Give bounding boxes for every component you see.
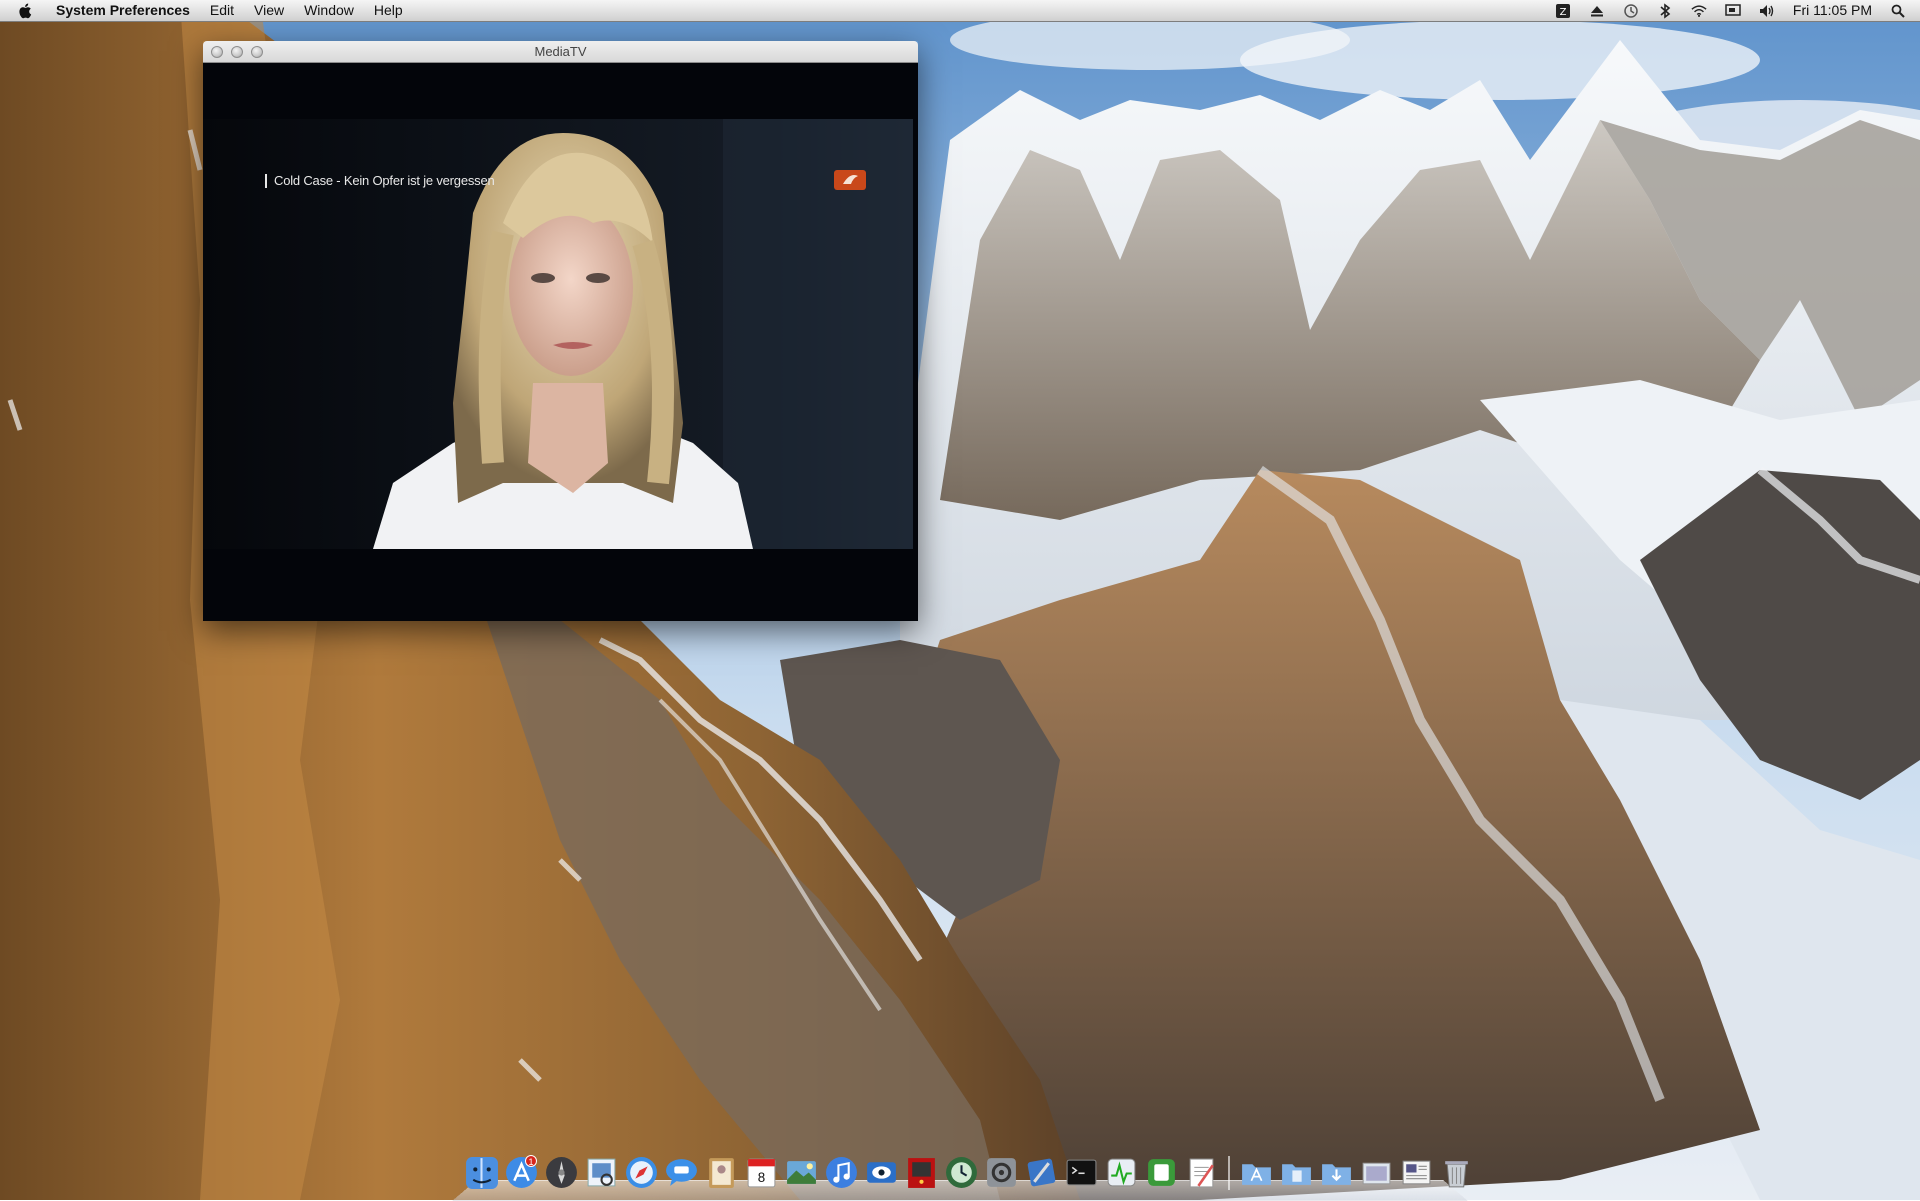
spotlight-icon[interactable] <box>1890 3 1906 19</box>
downloads-folder-icon[interactable] <box>1319 1155 1354 1190</box>
window-title: MediaTV <box>534 44 587 59</box>
app-store-icon[interactable]: 1 <box>504 1155 539 1190</box>
system-preferences-icon[interactable] <box>984 1155 1019 1190</box>
menu-edit[interactable]: Edit <box>200 0 244 21</box>
finder-icon[interactable] <box>464 1155 499 1190</box>
preview-icon[interactable] <box>584 1155 619 1190</box>
ichat-icon[interactable] <box>664 1155 699 1190</box>
wifi-icon[interactable] <box>1691 3 1707 19</box>
menu-bar: System Preferences Edit View Window Help… <box>0 0 1920 22</box>
iphoto-icon[interactable] <box>784 1155 819 1190</box>
trash-icon[interactable] <box>1439 1155 1474 1190</box>
documents-folder-icon[interactable] <box>1279 1155 1314 1190</box>
applications-folder-icon[interactable] <box>1239 1155 1274 1190</box>
input-source-icon[interactable]: Z <box>1555 3 1571 19</box>
menu-window[interactable]: Window <box>294 0 364 21</box>
display-icon[interactable] <box>1725 3 1741 19</box>
eyetv-icon[interactable] <box>864 1155 899 1190</box>
screenshots-stack-icon[interactable] <box>1359 1155 1394 1190</box>
app-store-badge: 1 <box>525 1155 537 1167</box>
address-book-icon[interactable] <box>704 1155 739 1190</box>
itunes-icon[interactable] <box>824 1155 859 1190</box>
textedit-icon[interactable] <box>1184 1155 1219 1190</box>
activity-monitor-icon[interactable] <box>1104 1155 1139 1190</box>
time-machine-icon[interactable] <box>1623 3 1639 19</box>
video-display[interactable]: Cold Case - Kein Opfer ist je vergessen <box>203 63 918 621</box>
launchpad-icon[interactable] <box>544 1155 579 1190</box>
menu-app-name[interactable]: System Preferences <box>52 0 200 21</box>
photo-booth-icon[interactable] <box>904 1155 939 1190</box>
terminal-icon[interactable] <box>1064 1155 1099 1190</box>
menu-help[interactable]: Help <box>364 0 413 21</box>
mediatv-window: MediaTV Cold Case - Kein Opfer ist je ve… <box>203 41 918 621</box>
svg-text:Z: Z <box>1559 7 1566 18</box>
apple-icon[interactable] <box>16 2 34 20</box>
volume-icon[interactable] <box>1759 3 1775 19</box>
xcode-icon[interactable] <box>1024 1155 1059 1190</box>
dock-icons: 18 <box>464 1150 1474 1190</box>
eject-icon[interactable] <box>1589 3 1605 19</box>
channel-logo-icon <box>833 168 867 197</box>
ical-date-label: 8 <box>758 1170 765 1185</box>
ical-icon[interactable]: 8 <box>744 1155 779 1190</box>
sidebar-utility-icon[interactable] <box>1144 1155 1179 1190</box>
dock: 18 <box>452 1146 1468 1201</box>
time-machine-icon[interactable] <box>944 1155 979 1190</box>
menu-clock[interactable]: Fri 11:05 PM <box>1793 0 1872 21</box>
tv-frame-image <box>203 63 918 621</box>
dock-separator <box>1228 1156 1230 1190</box>
program-title: Cold Case - Kein Opfer ist je vergessen <box>265 174 495 188</box>
window-titlebar[interactable]: MediaTV <box>203 41 918 63</box>
menu-view[interactable]: View <box>244 0 294 21</box>
safari-icon[interactable] <box>624 1155 659 1190</box>
bluetooth-icon[interactable] <box>1657 2 1673 19</box>
files-stack-icon[interactable] <box>1399 1155 1434 1190</box>
